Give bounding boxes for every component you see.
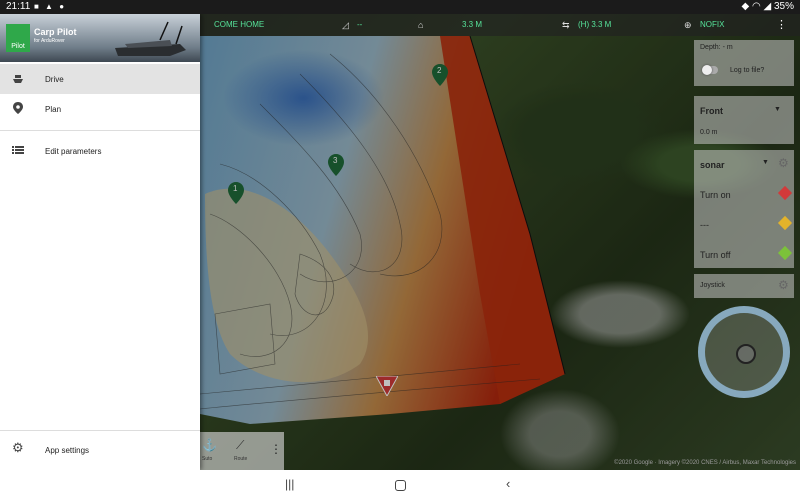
turn-off-indicator-icon [777, 245, 793, 261]
deep-zone [200, 36, 430, 174]
app-logo: Pilot [6, 24, 30, 52]
status-right: ◆ ◠ ◢ 35% [742, 1, 795, 12]
back-icon[interactable]: ‹ [506, 476, 510, 491]
joystick-handle[interactable] [736, 344, 756, 364]
menu-item-drive[interactable]: Drive [0, 64, 200, 94]
waypoint-marker[interactable]: 1 [228, 182, 244, 204]
home-distance-icon: ⌂ [418, 20, 424, 30]
joystick-label: Joystick [700, 282, 725, 289]
sonar-select[interactable]: sonar [700, 160, 725, 170]
come-home-button[interactable]: COME HOME [214, 20, 264, 29]
height-value: (H) 3.3 M [578, 20, 612, 29]
waypoint-number: 3 [333, 156, 338, 165]
app-title: Carp Pilot [34, 27, 77, 37]
menu-item-app-settings[interactable]: ⚙ App settings [0, 435, 200, 465]
distance-value: 3.3 M [462, 20, 483, 29]
sonar-panel: sonar ▼ ⚙ Turn on --- Turn off [694, 150, 794, 268]
gear-icon[interactable]: ⚙ [778, 278, 789, 292]
telemetry-bar: COME HOME ◿ -- ⌂ 3.3 M ⇆ (H) 3.3 M ⊕ NOF… [200, 14, 800, 36]
drawer-header: Pilot Carp Pilot for ArduRover [0, 14, 200, 62]
home-marker[interactable] [375, 375, 399, 398]
system-nav-bar: ||| ‹ [0, 470, 800, 500]
boat-image [115, 21, 186, 56]
gear-icon[interactable]: ⚙ [778, 156, 789, 170]
waypoint-marker[interactable]: 3 [328, 154, 344, 176]
app-logo-text: Pilot [11, 43, 25, 50]
waypoint-marker[interactable]: 2 [432, 64, 448, 86]
heading-value: -- [357, 20, 363, 29]
navigation-drawer: Pilot Carp Pilot for ArduRover Drive Pla… [0, 14, 200, 470]
menu-item-label: App settings [45, 446, 90, 455]
depth-panel: Depth: - m Log to file? [694, 40, 794, 86]
gps-icon: ⊕ [684, 20, 692, 30]
recent-apps-icon[interactable]: ||| [285, 477, 294, 491]
menu-item-label: Drive [45, 75, 64, 84]
boat-icon [13, 75, 23, 83]
menu-item-label: Edit parameters [45, 147, 102, 156]
turn-off-button[interactable]: Turn off [700, 250, 731, 260]
signal-icon: ◢ [763, 1, 772, 12]
menu-divider [0, 430, 200, 431]
route-label: Route [234, 456, 248, 462]
chevron-down-icon[interactable]: ▼ [762, 159, 769, 166]
home-button-icon[interactable] [395, 480, 406, 491]
battery-level: 35% [773, 1, 794, 12]
height-icon: ⇆ [562, 20, 570, 30]
waypoint-number: 2 [437, 66, 442, 75]
joystick-control[interactable] [698, 306, 790, 398]
log-label: Log to file? [730, 67, 765, 74]
map-attribution: ©2020 Google · Imagery ©2020 CNES / Airb… [614, 460, 796, 466]
front-select[interactable]: Front [700, 106, 723, 116]
chevron-down-icon[interactable]: ▼ [774, 106, 781, 113]
turn-on-indicator-icon [777, 185, 793, 201]
notification-icons: ■ ▲ ● [34, 2, 67, 11]
front-sensor-panel: Front ▼ 0.0 m [694, 96, 794, 144]
menu-item-plan[interactable]: Plan [0, 94, 200, 124]
menu-divider [0, 130, 200, 131]
gps-status: NOFIX [700, 20, 725, 29]
route-icon[interactable]: ⟋ [236, 438, 244, 453]
log-toggle[interactable] [702, 65, 718, 75]
depth-readout: Depth: - m [700, 44, 733, 51]
menu-item-label: Plan [45, 105, 62, 114]
middle-dash: --- [700, 220, 709, 230]
overflow-menu-icon[interactable]: ⋮ [776, 18, 787, 31]
auto-label: Suto [202, 456, 213, 462]
home-icon [375, 375, 399, 398]
heading-icon: ◿ [342, 20, 349, 30]
wifi-icon: ◠ [751, 1, 761, 12]
bottom-toolbar: ⚓ Suto ⟋ Route ⋮ [200, 432, 284, 470]
list-icon [12, 146, 24, 154]
joystick-panel: Joystick ⚙ [694, 274, 794, 298]
location-icon: ◆ [741, 1, 750, 12]
middle-indicator-icon [777, 215, 793, 231]
turn-on-button[interactable]: Turn on [700, 190, 731, 200]
waypoint-number: 1 [233, 184, 238, 193]
front-value: 0.0 m [700, 129, 718, 136]
app-subtitle: for ArduRover [34, 38, 65, 44]
menu-item-edit-parameters[interactable]: Edit parameters [0, 136, 200, 166]
more-icon[interactable]: ⋮ [270, 442, 282, 456]
location-pin-icon [13, 102, 23, 114]
status-bar: 21:11 ■ ▲ ● ◆ ◠ ◢ 35% [0, 0, 800, 14]
status-time: 21:11 [6, 1, 31, 12]
anchor-icon[interactable]: ⚓ [202, 438, 217, 452]
gear-icon: ⚙ [12, 440, 24, 455]
